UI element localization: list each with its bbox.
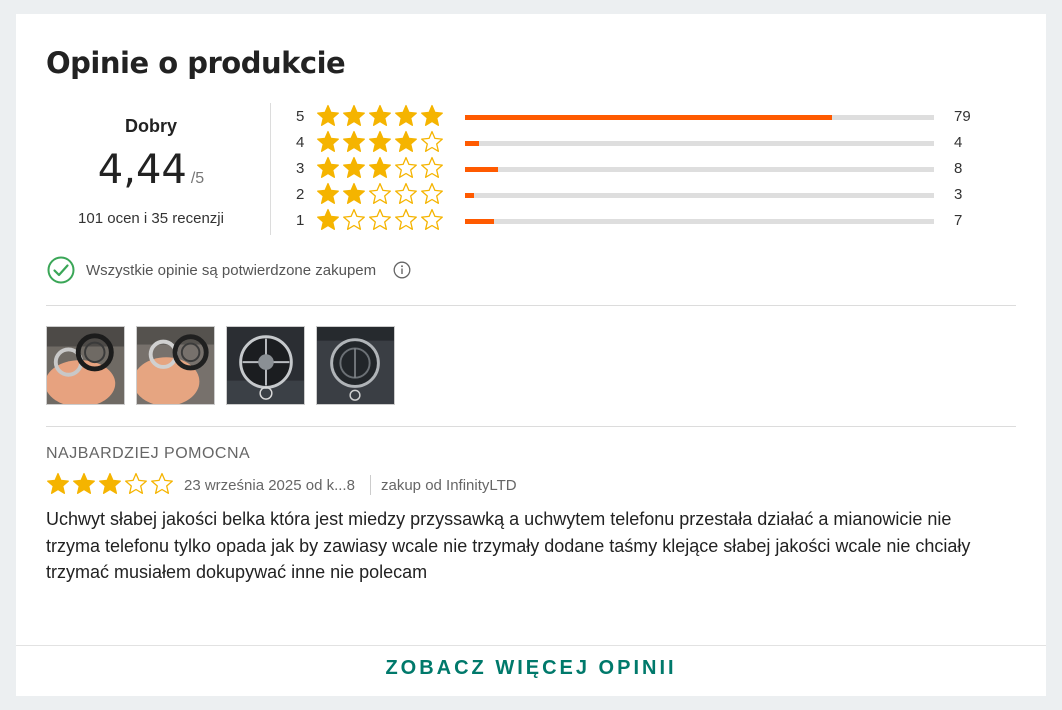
see-more-reviews-button[interactable]: ZOBACZ WIĘCEJ OPINII <box>16 657 1046 680</box>
rating-bar-track <box>465 219 934 224</box>
rating-bar-fill <box>465 167 498 172</box>
rating-bar-fill <box>465 193 475 198</box>
rating-bar-track <box>465 115 934 120</box>
rating-row-label: 2 <box>296 186 305 203</box>
summary-divider <box>270 103 271 235</box>
star-filled-icon <box>368 130 394 154</box>
rating-bar-track <box>465 167 934 172</box>
rating-row-label: 5 <box>296 108 305 125</box>
star-filled-icon <box>316 208 342 232</box>
review-photo-thumbnail[interactable] <box>316 326 395 405</box>
rating-bar-fill <box>465 115 832 120</box>
star-filled-icon <box>98 472 124 496</box>
rating-summary: Dobry 4,44/5 101 ocen i 35 recenzji <box>46 102 256 236</box>
rating-bar-track <box>465 193 934 198</box>
star-filled-icon <box>72 472 98 496</box>
rating-score: 4,44/5 <box>46 147 256 193</box>
review-photo-thumbnail[interactable] <box>46 326 125 405</box>
rating-bar-track <box>465 141 934 146</box>
section-title: Opinie o produkcie <box>46 46 346 80</box>
check-circle-icon <box>47 256 75 284</box>
star-empty-icon <box>368 182 394 206</box>
rating-row-label: 4 <box>296 134 305 151</box>
review-photo-thumbnail[interactable] <box>136 326 215 405</box>
meta-divider <box>370 475 371 495</box>
star-filled-icon <box>394 104 420 128</box>
star-filled-icon <box>46 472 72 496</box>
rating-row-stars <box>316 182 446 206</box>
rating-row-stars <box>316 156 446 180</box>
star-filled-icon <box>342 182 368 206</box>
review-meta: 23 września 2025 od k...8 zakup od Infin… <box>46 472 746 500</box>
rating-row-4[interactable]: 44 <box>296 130 996 156</box>
rating-row-count: 79 <box>954 108 971 125</box>
rating-row-5[interactable]: 5 79 <box>296 104 996 130</box>
divider <box>46 426 1016 427</box>
star-filled-icon <box>316 156 342 180</box>
star-empty-icon <box>420 208 446 232</box>
star-filled-icon <box>368 156 394 180</box>
rating-row-count: 8 <box>954 160 963 177</box>
divider <box>46 305 1016 306</box>
star-filled-icon <box>394 130 420 154</box>
rating-row-label: 1 <box>296 212 305 229</box>
rating-row-count: 7 <box>954 212 963 229</box>
star-empty-icon <box>124 472 150 496</box>
star-empty-icon <box>420 130 446 154</box>
star-empty-icon <box>342 208 368 232</box>
rating-row-stars <box>316 104 446 128</box>
star-filled-icon <box>342 156 368 180</box>
star-empty-icon <box>420 156 446 180</box>
rating-bar-fill <box>465 219 495 224</box>
rating-grade: Dobry <box>124 116 177 136</box>
star-filled-icon <box>316 130 342 154</box>
review-heading: NAJBARDZIEJ POMOCNA <box>46 445 251 462</box>
star-empty-icon <box>394 156 420 180</box>
rating-row-3[interactable]: 38 <box>296 156 996 182</box>
rating-row-label: 3 <box>296 160 305 177</box>
average-score: 4,44 <box>97 147 187 193</box>
review-stars <box>46 472 176 496</box>
ratings-count: 101 ocen i 35 recenzji <box>78 210 224 227</box>
star-filled-icon <box>342 104 368 128</box>
star-empty-icon <box>394 182 420 206</box>
info-icon[interactable] <box>393 261 411 279</box>
divider <box>16 645 1046 646</box>
review-date: 23 września 2025 od k...8 <box>184 477 355 494</box>
star-filled-icon <box>316 104 342 128</box>
rating-row-count: 4 <box>954 134 963 151</box>
star-empty-icon <box>150 472 176 496</box>
score-max: /5 <box>190 170 205 187</box>
star-filled-icon <box>342 130 368 154</box>
verified-text: Wszystkie opinie są potwierdzone zakupem <box>86 262 377 279</box>
rating-row-2[interactable]: 23 <box>296 182 996 208</box>
star-empty-icon <box>368 208 394 232</box>
star-filled-icon <box>316 182 342 206</box>
rating-row-stars <box>316 208 446 232</box>
review-text: Uchwyt słabej jakości belka która jest m… <box>46 509 971 582</box>
reviews-card: Opinie o produkcie Dobry 4,44/5 101 ocen… <box>16 14 1046 696</box>
star-filled-icon <box>368 104 394 128</box>
star-empty-icon <box>420 182 446 206</box>
review-seller: zakup od InfinityLTD <box>381 477 517 494</box>
rating-row-count: 3 <box>954 186 963 203</box>
review-photo-thumbnail[interactable] <box>226 326 305 405</box>
rating-bar-fill <box>465 141 480 146</box>
rating-row-1[interactable]: 17 <box>296 208 996 234</box>
rating-row-stars <box>316 130 446 154</box>
star-empty-icon <box>394 208 420 232</box>
star-filled-icon <box>420 104 446 128</box>
